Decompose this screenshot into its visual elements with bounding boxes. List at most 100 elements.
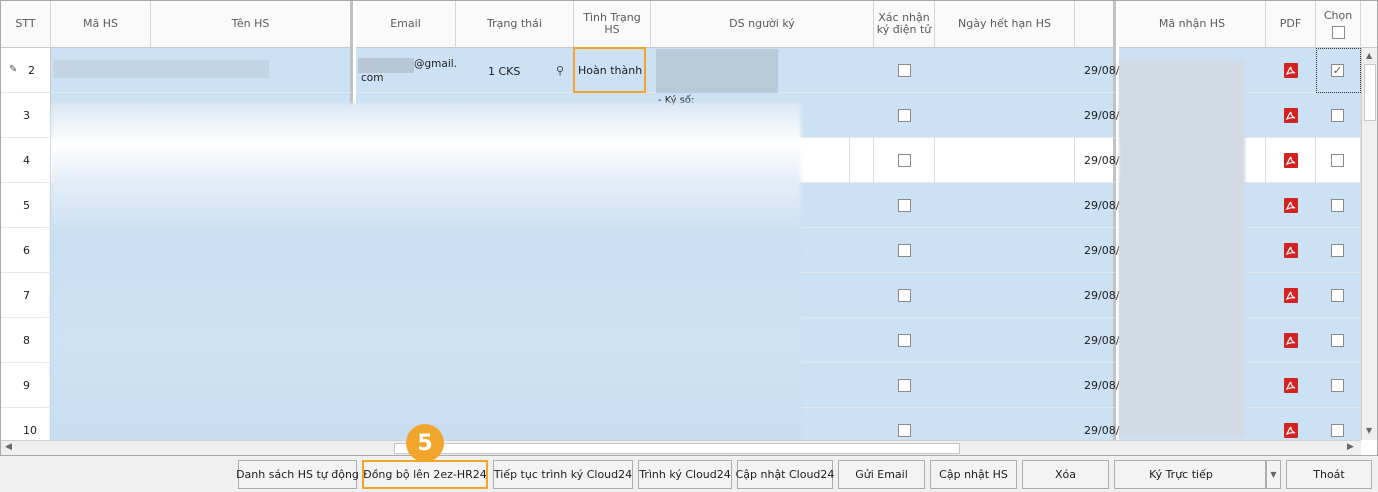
pdf-icon[interactable] — [1284, 333, 1298, 348]
scroll-up-icon[interactable]: ▲ — [1366, 51, 1372, 60]
gui-email-button[interactable]: Gửi Email — [838, 460, 925, 489]
select-row-checkbox[interactable] — [1331, 379, 1344, 392]
xac-nhan-checkbox[interactable] — [898, 199, 911, 212]
pdf-icon[interactable] — [1284, 153, 1298, 168]
col-header-date-partial[interactable] — [1075, 1, 1116, 48]
redacted-signers — [656, 49, 778, 93]
dong-bo-2ez-hr24-button[interactable]: Đồng bộ lên 2ez-HR24 — [362, 460, 488, 489]
col-header-trang-thai[interactable]: Trạng thái — [456, 1, 574, 48]
col-header-xac-nhan[interactable]: Xác nhận ký điện tử — [874, 1, 935, 48]
xac-nhan-checkbox[interactable] — [898, 424, 911, 437]
ky-truc-tiep-button[interactable]: Ký Trực tiếp — [1114, 460, 1266, 489]
row-cell[interactable] — [850, 228, 874, 273]
row-cell[interactable] — [935, 363, 1075, 408]
pdf-icon[interactable] — [1284, 288, 1298, 303]
pdf-icon[interactable] — [1284, 63, 1298, 78]
select-row-checkbox[interactable] — [1331, 244, 1344, 257]
expiry-date: 29/08/ — [1084, 154, 1120, 167]
select-row-checkbox[interactable] — [1331, 199, 1344, 212]
scroll-down-icon[interactable]: ▼ — [1366, 426, 1372, 435]
xac-nhan-checkbox[interactable] — [898, 64, 911, 77]
expiry-date: 29/08/ — [1084, 64, 1120, 77]
horizontal-scrollbar[interactable]: ◀ ▶ — [1, 440, 1361, 455]
row-stt-cell[interactable]: 7 — [1, 273, 51, 318]
row-stt-cell[interactable]: 3 — [1, 93, 51, 138]
col-header-ds-nguoi-ky[interactable]: DS người ký — [651, 1, 874, 48]
row-stt-cell[interactable]: 4 — [1, 138, 51, 183]
select-row-checkbox[interactable]: ✓ — [1331, 64, 1344, 77]
row-cell[interactable] — [850, 93, 874, 138]
xac-nhan-checkbox[interactable] — [898, 109, 911, 122]
scroll-left-icon[interactable]: ◀ — [5, 442, 12, 452]
xac-nhan-checkbox[interactable] — [898, 334, 911, 347]
row-stt-cell[interactable]: 8 — [1, 318, 51, 363]
lookup-icon[interactable]: ⚲ — [556, 64, 564, 77]
row-stt: 10 — [23, 424, 37, 437]
select-row-checkbox[interactable] — [1331, 154, 1344, 167]
xac-nhan-checkbox[interactable] — [898, 154, 911, 167]
xac-nhan-checkbox[interactable] — [898, 379, 911, 392]
row-cell[interactable] — [850, 183, 874, 228]
vertical-scrollbar[interactable]: ▲ ▼ — [1361, 48, 1377, 440]
pdf-icon[interactable] — [1284, 378, 1298, 393]
col-header-ngay-het-han[interactable]: Ngày hết hạn HS — [935, 1, 1075, 48]
row-cell[interactable] — [850, 318, 874, 363]
cap-nhat-hs-button[interactable]: Cập nhật HS — [930, 460, 1017, 489]
select-row-checkbox[interactable] — [1331, 109, 1344, 122]
select-row-checkbox[interactable] — [1331, 424, 1344, 437]
row-stt-cell[interactable]: 9 — [1, 363, 51, 408]
row-stt-cell[interactable]: 6 — [1, 228, 51, 273]
blurred-content-area — [51, 103, 801, 443]
tinh-trang-highlight: Hoàn thành — [573, 47, 646, 93]
col-header-pdf[interactable]: PDF — [1266, 1, 1316, 48]
records-grid[interactable]: STT Mã HS Tên HS Email Trạng thái Tình T… — [0, 0, 1378, 456]
edit-pencil-icon: ✎ — [9, 64, 18, 75]
row-cell[interactable] — [850, 363, 874, 408]
xoa-button[interactable]: Xóa — [1022, 460, 1109, 489]
row-cell[interactable] — [935, 228, 1075, 273]
pdf-icon[interactable] — [1284, 423, 1298, 438]
row-stt: 7 — [23, 289, 30, 302]
row-cell[interactable] — [850, 273, 874, 318]
select-row-checkbox[interactable] — [1331, 289, 1344, 302]
pdf-icon[interactable] — [1284, 243, 1298, 258]
row-cell[interactable] — [935, 93, 1075, 138]
row-stt: 8 — [23, 334, 30, 347]
cap-nhat-cloud24-button[interactable]: Cập nhật Cloud24 — [736, 460, 834, 489]
col-header-ten-hs[interactable]: Tên HS — [151, 1, 353, 48]
col-header-tinh-trang-hs[interactable]: Tình Trạng HS — [574, 1, 651, 48]
row-stt-cell[interactable]: 5 — [1, 183, 51, 228]
row-cell[interactable] — [935, 273, 1075, 318]
danh-sach-hs-tu-dong-button[interactable]: Danh sách HS tự động — [236, 460, 359, 489]
select-all-checkbox[interactable] — [1331, 25, 1345, 39]
trinh-ky-cloud24-button[interactable]: Trình ký Cloud24 — [638, 460, 732, 489]
xac-nhan-checkbox[interactable] — [898, 244, 911, 257]
vertical-scroll-thumb[interactable] — [1364, 64, 1376, 121]
col-header-stt[interactable]: STT — [1, 1, 51, 48]
col-header-ma-hs[interactable]: Mã HS — [51, 1, 151, 48]
select-row-checkbox[interactable] — [1331, 334, 1344, 347]
pdf-icon[interactable] — [1284, 198, 1298, 213]
xac-nhan-checkbox[interactable] — [898, 289, 911, 302]
col-header-ma-nhan-hs[interactable]: Mã nhận HS — [1119, 1, 1266, 48]
col-header-email[interactable]: Email — [356, 1, 456, 48]
row-cell[interactable] — [935, 48, 1075, 93]
chevron-down-icon[interactable]: ▼ — [1266, 460, 1281, 489]
header-corner — [1361, 1, 1377, 48]
pdf-icon[interactable] — [1284, 108, 1298, 123]
expiry-date: 29/08/ — [1084, 289, 1120, 302]
row-cell[interactable] — [935, 138, 1075, 183]
horizontal-scroll-thumb[interactable] — [394, 443, 960, 454]
tiep-tuc-trinh-ky-button[interactable]: Tiếp tục trình ký Cloud24 — [493, 460, 633, 489]
scroll-right-icon[interactable]: ▶ — [1347, 442, 1354, 452]
step-badge: 5 — [406, 424, 444, 462]
redacted-email-user — [358, 58, 414, 73]
row-cell[interactable] — [850, 48, 874, 93]
thoat-button[interactable]: Thoát — [1286, 460, 1372, 489]
row-cell[interactable] — [935, 183, 1075, 228]
email-domain-end: com — [361, 72, 384, 84]
col-header-chon[interactable]: Chọn — [1316, 1, 1361, 48]
row-cell[interactable] — [935, 318, 1075, 363]
row-cell[interactable] — [850, 138, 874, 183]
email-domain: @gmail. — [414, 58, 457, 70]
